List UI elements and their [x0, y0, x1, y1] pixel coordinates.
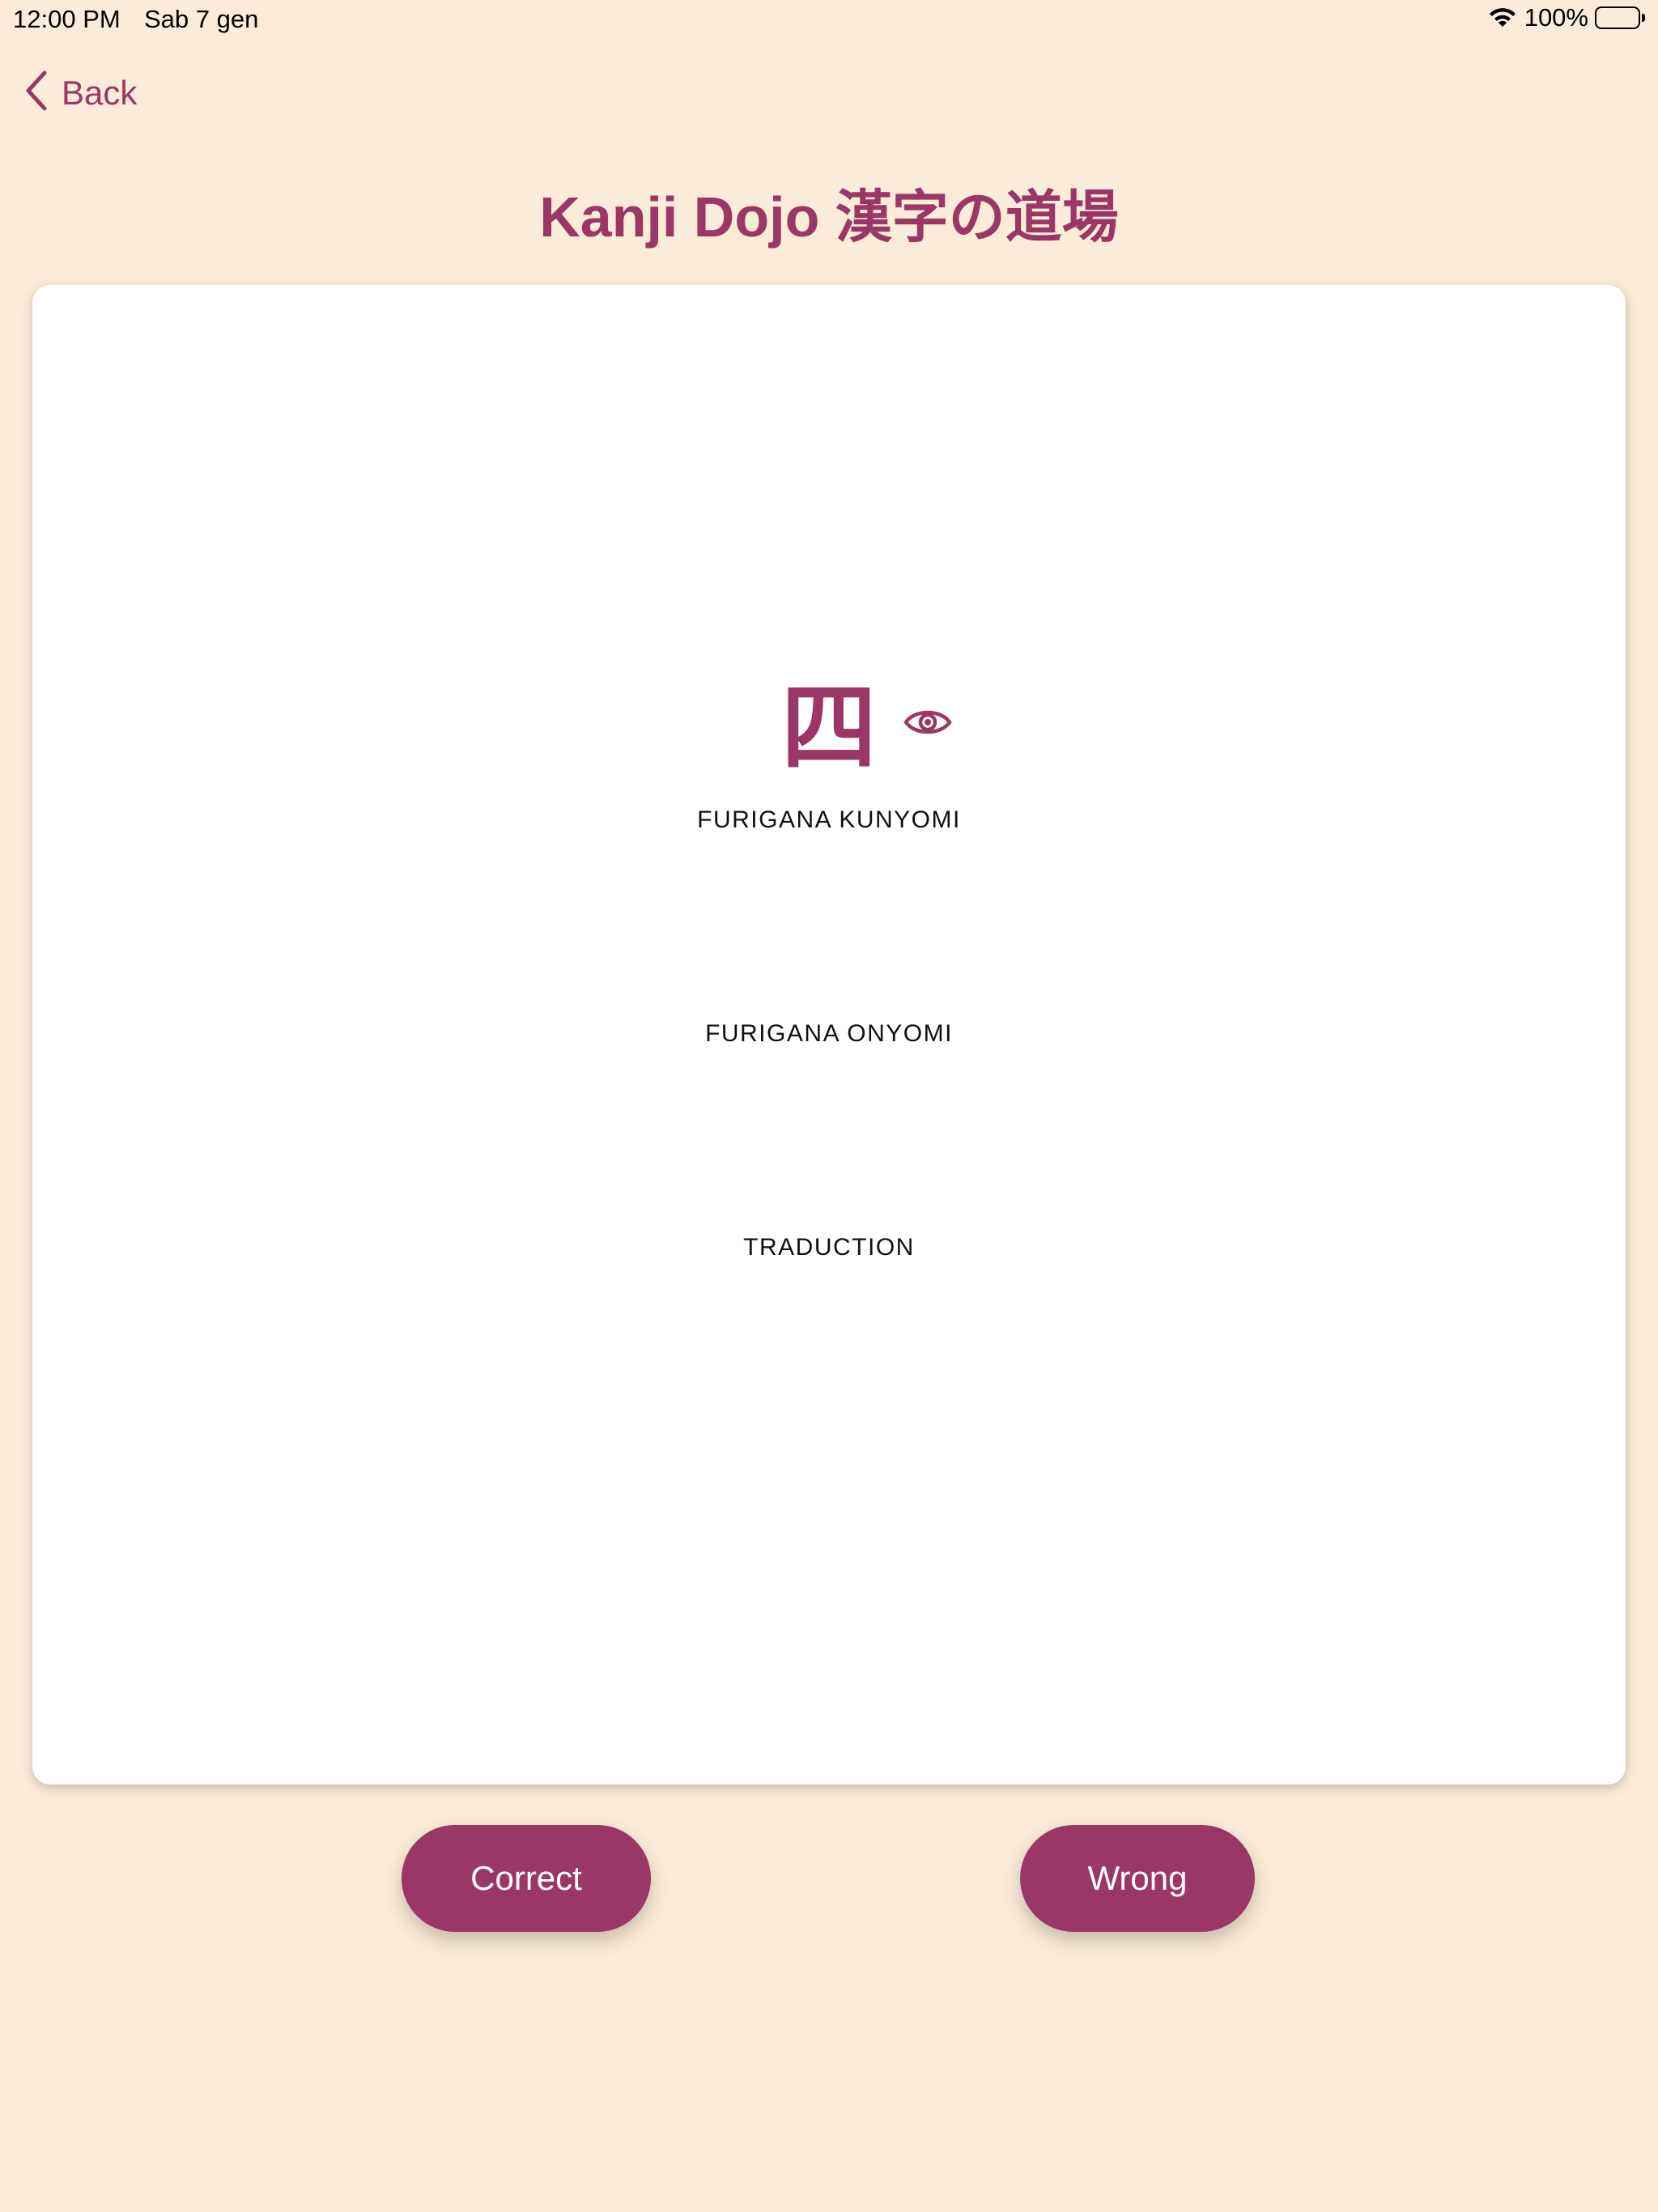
kanji-row: 四: [32, 664, 1626, 793]
onyomi-label: FURIGANA ONYOMI: [705, 1020, 953, 1047]
status-indicators: 100%: [1487, 3, 1647, 32]
back-button[interactable]: Back: [24, 70, 137, 116]
battery-icon: [1595, 6, 1647, 30]
page-title: Kanji Dojo 漢字の道場: [539, 185, 1119, 249]
flash-card: 四 FURIGANA KUNYOMI FURIGANA ONYOMI TRADU…: [32, 285, 1626, 1784]
correct-button[interactable]: Correct: [402, 1825, 651, 1932]
chevron-left-icon: [24, 70, 49, 116]
kanji-character: 四: [780, 675, 877, 782]
status-bar: 12:00 PM Sab 7 gen 100%: [0, 0, 1658, 39]
translation-label: TRADUCTION: [743, 1234, 915, 1261]
kunyomi-label: FURIGANA KUNYOMI: [697, 806, 961, 833]
status-date: Sab 7 gen: [144, 5, 259, 33]
wrong-button[interactable]: Wrong: [1020, 1825, 1255, 1932]
eye-icon[interactable]: [903, 706, 952, 742]
battery-percent: 100%: [1524, 3, 1588, 32]
back-label: Back: [62, 73, 138, 112]
wifi-icon: [1487, 6, 1518, 30]
status-time: 12:00 PM: [13, 5, 121, 33]
